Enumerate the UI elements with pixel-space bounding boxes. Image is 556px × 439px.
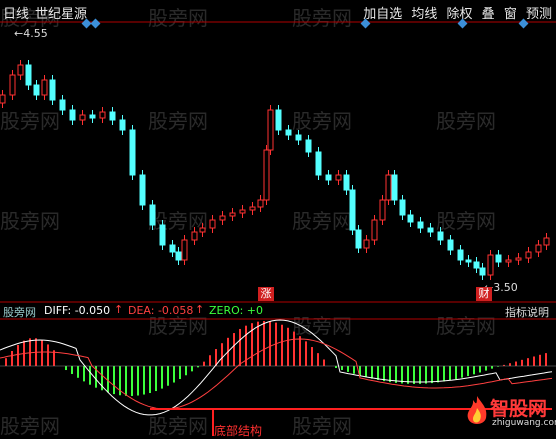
candle-body [49, 79, 56, 101]
candle-body [385, 174, 392, 201]
candle-body [191, 231, 198, 241]
flame-icon [467, 396, 487, 424]
candle-body [129, 129, 136, 176]
candle-body [119, 119, 126, 131]
candle-body [343, 174, 350, 191]
chart-toolbar: 日线 世纪星源 加自选 均线 除权 叠 窗 预测 [0, 0, 556, 22]
indicator-explain-button[interactable]: 指标说明 [505, 304, 549, 320]
candle-body [515, 257, 522, 261]
candle-body [417, 221, 424, 229]
candle-body [59, 99, 66, 111]
candle-body [427, 227, 434, 233]
candle-body [209, 219, 216, 229]
candle-body [437, 231, 444, 241]
stock-name: 世纪星源 [35, 7, 88, 22]
candle-body [543, 237, 550, 246]
candle-body [391, 174, 398, 201]
candle-body [315, 151, 322, 176]
candle-body [275, 109, 282, 131]
candle-body [285, 129, 292, 136]
period-label[interactable]: 日线 [3, 7, 29, 22]
moving-average-button[interactable]: 均线 [411, 7, 437, 22]
candle-body [249, 206, 256, 211]
indicator-header: 股旁网 DIFF: -0.050 ↑ DEA: -0.058 ↑ ZERO: +… [0, 303, 556, 319]
overlay-button[interactable]: 叠 [482, 7, 495, 22]
candle-body [139, 174, 146, 206]
candle-body [407, 214, 414, 223]
dea-value: DEA: -0.058 [128, 304, 194, 317]
candle-body [109, 111, 116, 121]
kline-chart[interactable] [0, 0, 556, 436]
candle-body [169, 244, 176, 253]
candle-body [465, 259, 472, 263]
candle-body [479, 267, 486, 276]
zero-value: ZERO: +0 [209, 304, 264, 317]
indicator-name[interactable]: 股旁网 [3, 304, 36, 320]
candle-body [487, 254, 494, 276]
candle-body [473, 261, 480, 269]
candle-body [535, 244, 542, 253]
candle-body [69, 109, 76, 121]
candle-body [257, 199, 264, 208]
candle-body [263, 149, 270, 201]
candle-body [229, 212, 236, 217]
candle-body [399, 199, 406, 216]
candle-body [495, 254, 502, 263]
candle-body [0, 94, 6, 104]
limit-up-badge[interactable]: 涨 [258, 287, 274, 301]
candle-body [99, 111, 106, 119]
candle-body [41, 79, 48, 96]
finance-badge[interactable]: 财 [476, 287, 492, 301]
stock-title: 日线 世纪星源 [3, 3, 93, 22]
candle-body [159, 224, 166, 246]
up-arrow-icon: ↑ [114, 303, 124, 316]
candle-body [363, 239, 370, 249]
candle-body [219, 215, 226, 221]
candle-body [175, 251, 182, 261]
logo-text: 智股网 [490, 398, 548, 420]
candle-body [325, 174, 332, 181]
site-logo: 智股网 zhiguwang.com [464, 392, 556, 432]
candle-body [89, 114, 96, 119]
candle-body [355, 229, 362, 249]
candle-body [25, 64, 32, 86]
candle-body [199, 227, 206, 233]
candle-body [525, 251, 532, 259]
candle-body [505, 259, 512, 263]
up-arrow-icon: ↑ [195, 303, 205, 316]
logo-url: zhiguwang.com [492, 418, 556, 428]
candle-body [371, 219, 378, 241]
candle-body [79, 114, 86, 121]
candle-body [267, 109, 274, 151]
candle-body [335, 174, 342, 181]
low-price-value: 3.50 [493, 281, 518, 294]
candle-body [181, 239, 188, 261]
candle-body [457, 249, 464, 261]
bottom-structure-label: 底部结构 [214, 424, 263, 438]
candle-body [149, 204, 156, 226]
high-price-value: 4.55 [23, 27, 48, 40]
candle-body [33, 84, 40, 96]
forecast-button[interactable]: 预测 [526, 7, 552, 22]
candle-body [295, 134, 302, 141]
diff-value: DIFF: -0.050 [44, 304, 111, 317]
window-button[interactable]: 窗 [504, 7, 517, 22]
add-favorite-button[interactable]: 加自选 [363, 7, 402, 22]
candle-body [447, 239, 454, 251]
candle-body [239, 209, 246, 214]
candle-body [379, 199, 386, 221]
candle-body [9, 74, 16, 96]
candle-body [17, 64, 24, 76]
candle-body [305, 139, 312, 153]
candle-body [349, 189, 356, 231]
high-price-label: ←4.55 [14, 27, 48, 40]
